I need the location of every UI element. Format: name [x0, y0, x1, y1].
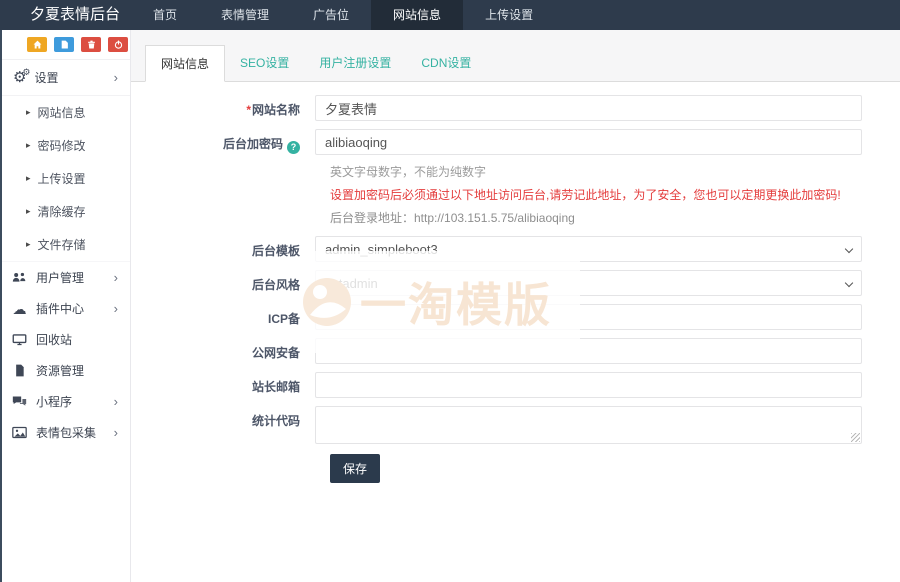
police-record-label: 公网安备 — [131, 338, 315, 364]
caret-right-icon: ▸ — [26, 207, 31, 216]
save-button[interactable]: 保存 — [330, 454, 380, 483]
tab-cdn-settings[interactable]: CDN设置 — [406, 45, 486, 82]
nav-item-site-info[interactable]: 网站信息 — [371, 0, 463, 30]
tab-bar: 网站信息 SEO设置 用户注册设置 CDN设置 — [131, 30, 900, 82]
password-hints: 英文字母数字，不能为纯数字 设置加密码后必须通过以下地址访问后台,请劳记此地址，… — [131, 163, 900, 226]
nav-item-upload-settings[interactable]: 上传设置 — [463, 0, 555, 30]
sidebar-item-plugin-center[interactable]: ☁ 插件中心 › — [0, 293, 130, 324]
sidebar-item-resource-manage[interactable]: 资源管理 — [0, 355, 130, 386]
admin-login-url: 后台登录地址：http://103.151.5.75/alibiaoqing — [330, 209, 900, 226]
police-record-input[interactable] — [315, 338, 862, 364]
caret-right-icon: ▸ — [26, 108, 31, 117]
chevron-right-icon: › — [114, 426, 118, 439]
comments-icon — [11, 394, 28, 409]
sidebar-item-settings[interactable]: ⚙⚙ 设置 › — [0, 60, 130, 96]
trash-button[interactable] — [81, 37, 101, 52]
sidebar-item-site-info[interactable]: ▸ 网站信息 — [0, 96, 130, 129]
nav-item-emoji-manage[interactable]: 表情管理 — [199, 0, 291, 30]
top-menu: 首页 表情管理 广告位 网站信息 上传设置 — [131, 0, 555, 30]
admin-template-select[interactable]: admin_simpleboot3 — [315, 236, 862, 262]
chevron-right-icon: › — [114, 395, 118, 408]
required-asterisk: * — [246, 103, 251, 117]
app-title[interactable]: 夕夏表情后台 — [0, 0, 131, 30]
site-info-form: *网站名称 后台加密码? 英文字母数字，不能为纯数字 设置加密码后必须通过以下地… — [131, 82, 900, 483]
admin-password-label: 后台加密码? — [131, 129, 315, 155]
power-button[interactable] — [108, 37, 128, 52]
admin-style-select[interactable]: flatadmin — [315, 270, 862, 296]
webmaster-email-input[interactable] — [315, 372, 862, 398]
document-icon — [11, 363, 28, 378]
tab-site-info[interactable]: 网站信息 — [145, 45, 225, 82]
site-name-label: *网站名称 — [131, 95, 315, 121]
users-icon — [11, 270, 28, 285]
power-icon — [114, 36, 123, 54]
nav-item-ads[interactable]: 广告位 — [291, 0, 371, 30]
password-hint-text: 英文字母数字，不能为纯数字 — [330, 163, 900, 180]
site-name-input[interactable] — [315, 95, 862, 121]
main-content: 网站信息 SEO设置 用户注册设置 CDN设置 *网站名称 后台加密码? 英文字… — [131, 30, 900, 582]
sidebar-item-recycle-bin[interactable]: 回收站 — [0, 324, 130, 355]
stats-code-label: 统计代码 — [131, 406, 315, 444]
nav-item-home[interactable]: 首页 — [131, 0, 199, 30]
admin-password-input[interactable] — [315, 129, 862, 155]
window-left-edge — [0, 30, 2, 582]
file-icon — [60, 36, 69, 54]
sidebar: ⚙⚙ 设置 › ▸ 网站信息 ▸ 密码修改 ▸ 上传设置 ▸ 清除缓存 ▸ — [0, 30, 131, 582]
icp-label: ICP备 — [131, 304, 315, 330]
icp-input[interactable] — [315, 304, 862, 330]
home-button[interactable] — [27, 37, 47, 52]
password-warning-text: 设置加密码后必须通过以下地址访问后台,请劳记此地址，为了安全，您也可以定期更换此… — [330, 186, 900, 203]
home-icon — [33, 36, 42, 54]
file-button[interactable] — [54, 37, 74, 52]
tab-seo-settings[interactable]: SEO设置 — [225, 45, 304, 82]
chevron-right-icon: › — [114, 271, 118, 284]
admin-style-label: 后台风格 — [131, 270, 315, 296]
cogs-icon: ⚙⚙ — [13, 70, 26, 85]
sidebar-item-label: 设置 — [34, 69, 113, 86]
sidebar-item-user-manage[interactable]: 用户管理 › — [0, 262, 130, 293]
caret-right-icon: ▸ — [26, 240, 31, 249]
image-icon — [11, 425, 28, 440]
chevron-right-icon: › — [114, 71, 118, 84]
sidebar-item-upload-settings[interactable]: ▸ 上传设置 — [0, 162, 130, 195]
sidebar-quick-buttons — [0, 30, 130, 60]
sidebar-item-mini-program[interactable]: 小程序 › — [0, 386, 130, 417]
cloud-icon: ☁ — [11, 301, 28, 316]
sidebar-item-emoji-pack-collect[interactable]: 表情包采集 › — [0, 417, 130, 448]
admin-template-label: 后台模板 — [131, 236, 315, 262]
webmaster-email-label: 站长邮箱 — [131, 372, 315, 398]
sidebar-item-password-change[interactable]: ▸ 密码修改 — [0, 129, 130, 162]
sidebar-item-clear-cache[interactable]: ▸ 清除缓存 — [0, 195, 130, 228]
trash-icon — [87, 36, 96, 54]
help-icon[interactable]: ? — [287, 141, 300, 154]
resize-grip[interactable] — [851, 433, 860, 442]
caret-right-icon: ▸ — [26, 141, 31, 150]
caret-right-icon: ▸ — [26, 174, 31, 183]
chevron-right-icon: › — [114, 302, 118, 315]
tab-user-register-settings[interactable]: 用户注册设置 — [304, 45, 406, 82]
sidebar-item-file-storage[interactable]: ▸ 文件存储 — [0, 228, 130, 261]
stats-code-textarea[interactable] — [315, 406, 862, 444]
settings-submenu: ▸ 网站信息 ▸ 密码修改 ▸ 上传设置 ▸ 清除缓存 ▸ 文件存储 — [0, 96, 130, 262]
desktop-icon — [11, 332, 28, 347]
top-navbar: 夕夏表情后台 首页 表情管理 广告位 网站信息 上传设置 — [0, 0, 900, 30]
